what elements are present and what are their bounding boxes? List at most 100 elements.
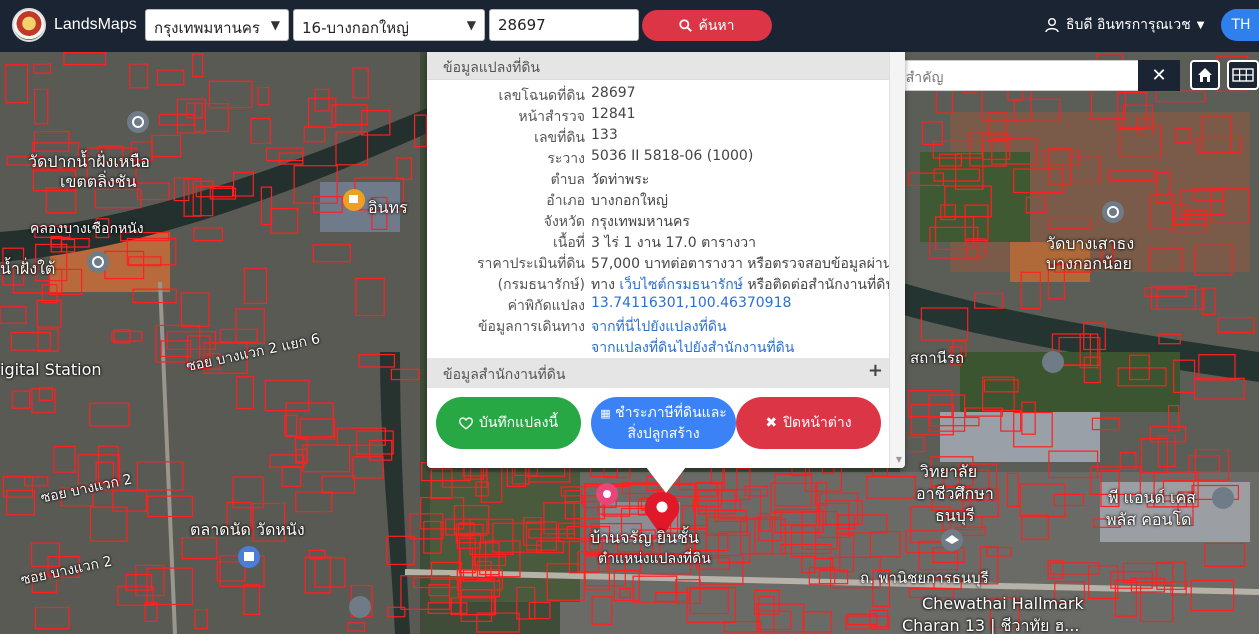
info-row-travel-2: จากแปลงที่ดินไปยังสำนักงานที่ดิน [427,337,897,358]
info-label: (กรมธนารักษ์) [497,277,585,293]
logo-seal-icon [12,8,46,42]
info-label: เลขโฉนดที่ดิน [498,88,585,104]
map-label: สถานีรถ [910,349,965,367]
search-button[interactable]: ค้นหา [642,10,772,41]
scroll-down-icon[interactable]: ▼ [896,455,902,464]
shop-pin-icon[interactable] [238,546,260,568]
plus-icon[interactable]: + [868,360,883,381]
info-label: ราคาประเมินที่ดิน [476,256,585,272]
heart-icon [458,416,473,430]
coordinates-link[interactable]: 13.74116301,100.46370918 [591,295,791,311]
info-row: อำเภอ บางกอกใหญ่ [427,190,897,211]
info-label: อำเภอ [546,193,585,209]
map-label: เขตตลิ่งชัน [60,172,137,191]
info-label: หน้าสำรวจ [518,109,585,125]
close-popup-label: ปิดหน้าต่าง [783,415,852,431]
school-pin-icon[interactable] [941,529,963,551]
qr-code-icon: ▦ [600,406,611,420]
directions-to-office-link[interactable]: จากแปลงที่ดินไปยังสำนักงานที่ดิน [591,337,794,359]
avatar[interactable]: TH [1221,9,1259,41]
chevron-down-icon: ▼ [466,18,476,32]
info-value-text: หรือติดต่อสำนักงานที่ดิน [747,277,895,293]
info-row-coord: ค่าพิกัดแปลง 13.74116301,100.46370918 [427,295,897,316]
deed-number-input[interactable]: 28697 [489,9,639,41]
home-icon [1198,68,1212,82]
user-name: ธิบดี อินทรการุณเวช [1066,17,1191,33]
search-button-label: ค้นหา [698,17,735,34]
user-menu[interactable]: ธิบดี อินทรการุณเวช ▼ [1044,14,1204,36]
info-row: ตำบล วัดท่าพระ [427,169,897,190]
info-row-price: ราคาประเมินที่ดิน 57,000 บาทต่อตารางวา ห… [427,253,897,274]
map-label: บางกอกน้อย [1046,254,1132,273]
treasury-website-link[interactable]: เว็บไซต์กรมธนารักษ์ [619,277,743,293]
place-pin-icon[interactable] [1212,487,1234,509]
info-row-travel: ข้อมูลการเดินทาง จากที่นี่ไปยังแปลงที่ดิ… [427,316,897,337]
map-label: ธนบุรี [935,506,975,525]
popup-scrollbar[interactable]: ▼ [889,52,905,468]
close-popup-button[interactable]: ✖ ปิดหน้าต่าง [736,397,881,449]
map-label: Chewathai Hallmark [922,594,1084,613]
office-section-header[interactable]: ข้อมูลสำนักงานที่ดิน + [427,358,889,388]
map-label: น้ำฝั่งใต้ [0,259,56,278]
info-value: กรุงเทพมหานคร [591,214,690,230]
save-parcel-button[interactable]: บันทึกแปลงนี้ [436,397,581,449]
map-label: ตำแหน่งแปลงที่ดิน [598,551,711,567]
map-label: Charan 13 | ชีวาทัย ฮ... [902,616,1080,634]
map-label: พลัส คอนโด [1106,510,1192,529]
pay-tax-button[interactable]: ▦ ชำระภาษีที่ดินและ สิ่งปลูกสร้าง [591,397,736,449]
chevron-down-icon: ▼ [1196,19,1205,31]
directions-to-parcel-link[interactable]: จากที่นี่ไปยังแปลงที่ดิน [591,316,727,338]
grid-view-button[interactable] [1227,60,1259,90]
info-row: เลขโฉนดที่ดิน 28697 [427,85,897,106]
map-label: คลองบางเชือกหนัง [30,221,144,237]
info-value: 5036 II 5818-06 (1000) [591,148,754,164]
map-label: igital Station [0,360,102,379]
info-label: เลขที่ดิน [534,130,585,146]
info-label: ค่าพิกัดแปลง [507,298,585,314]
map-label: อินทร [368,198,408,217]
info-row-price-source: (กรมธนารักษ์) ทาง เว็บไซต์กรมธนารักษ์ หร… [427,274,897,295]
app-name: LandsMaps [54,16,137,33]
info-label: เนื้อที่ [553,235,585,251]
temple-pin-icon[interactable] [127,111,149,133]
popup-pointer [646,467,686,493]
map-label: ถ. พานิชยการธนบุรี [860,569,989,587]
province-select-value: กรุงเทพมหานคร [154,19,260,37]
search-icon [679,19,693,32]
home-button[interactable] [1190,60,1220,90]
info-row: ระวาง 5036 II 5818-06 (1000) [427,148,897,169]
close-icon[interactable]: ✕ [1138,60,1180,91]
info-label: ข้อมูลการเดินทาง [477,319,585,335]
province-select[interactable]: กรุงเทพมหานคร ▼ [145,9,289,41]
popup-title: ข้อมูลแปลงที่ดิน [427,52,905,80]
close-icon: ✖ [765,415,778,431]
brand[interactable]: LandsMaps [12,8,137,42]
place-pin-icon[interactable] [596,483,618,505]
temple-pin-icon[interactable] [349,596,371,618]
info-value: 3 ไร่ 1 งาน 17.0 ตารางวา [591,235,756,251]
temple-pin-icon[interactable] [87,251,109,273]
info-value: 12841 [591,106,636,122]
info-row: หน้าสำรวจ 12841 [427,106,897,127]
grid-icon [1232,68,1254,82]
district-select[interactable]: 16-บางกอกใหญ่ ▼ [293,9,485,41]
info-label: ตำบล [550,172,585,188]
parcel-info-popup: ข้อมูลแปลงที่ดิน เลขโฉนดที่ดิน 28697 หน้าส… [427,52,905,468]
info-value: 57,000 บาทต่อตารางวา หรือตรวจสอบข้อมูลผ่… [591,256,893,272]
top-navbar: LandsMaps กรุงเทพมหานคร ▼ 16-บางกอกใหญ่ … [0,0,1259,52]
map-label: ตลาดนัด วัดหนัง [190,520,305,539]
place-pin-icon[interactable] [1042,351,1064,373]
cafe-pin-icon[interactable] [343,189,365,211]
office-section-title: ข้อมูลสำนักงานที่ดิน [443,367,566,383]
district-select-value: 16-บางกอกใหญ่ [302,19,409,37]
info-label: ระวาง [547,151,585,167]
info-value-text: ทาง [591,277,615,293]
save-parcel-label: บันทึกแปลงนี้ [478,415,559,431]
temple-pin-icon[interactable] [1102,201,1124,223]
info-row: เนื้อที่ 3 ไร่ 1 งาน 17.0 ตารางวา [427,232,897,253]
info-row: จังหวัด กรุงเทพมหานคร [427,211,897,232]
info-value: วัดท่าพระ [591,172,650,188]
pay-tax-label: ▦ ชำระภาษีที่ดินและ สิ่งปลูกสร้าง [600,403,727,444]
info-value: 28697 [591,85,636,101]
info-label: จังหวัด [543,214,585,230]
